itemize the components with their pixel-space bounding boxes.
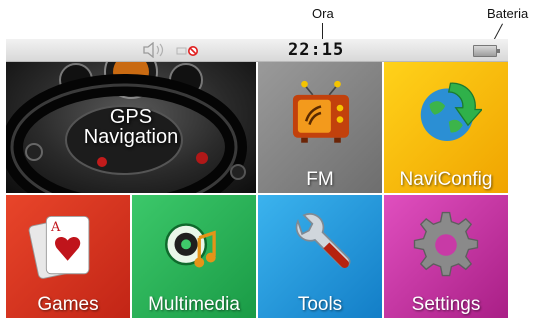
playing-cards-icon: A	[28, 215, 90, 279]
app-grid: GPS Navigation FM NaviConfig A Games Mul…	[6, 62, 508, 318]
radio-tv-icon	[292, 80, 350, 143]
tile-settings-label: Settings	[411, 294, 481, 315]
music-note-icon	[165, 223, 216, 268]
tile-multimedia-label: Multimedia	[148, 294, 240, 315]
tile-gps-label-line1: GPS	[109, 106, 153, 128]
tile-multimedia[interactable]: Multimedia	[132, 195, 256, 318]
tile-fm-label: FM	[306, 169, 334, 190]
tile-gps-label-line2: Navigation	[83, 126, 179, 148]
tile-gps-navigation[interactable]: GPS Navigation	[6, 62, 256, 193]
status-bar: 22:15	[6, 39, 508, 62]
battery-icon	[473, 45, 500, 57]
gear-icon	[413, 211, 479, 277]
callout-battery: Bateria	[487, 6, 529, 21]
tile-games[interactable]: A Games	[6, 195, 130, 318]
gps-status-icon	[176, 46, 198, 56]
wrench-icon	[295, 213, 351, 268]
tile-games-label: Games	[37, 294, 99, 315]
tile-tools[interactable]: Tools	[258, 195, 382, 318]
globe-arrow-icon	[420, 82, 482, 141]
tile-tools-label: Tools	[297, 294, 343, 315]
tile-fm[interactable]: FM	[258, 62, 382, 193]
tile-naviconfig-label: NaviConfig	[399, 169, 493, 190]
callout-clock: Ora	[312, 6, 334, 21]
speaker-icon[interactable]	[142, 42, 166, 58]
tile-naviconfig[interactable]: NaviConfig	[384, 62, 508, 193]
status-clock: 22:15	[288, 40, 345, 60]
svg-text:A: A	[50, 220, 61, 235]
tile-settings[interactable]: Settings	[384, 195, 508, 318]
